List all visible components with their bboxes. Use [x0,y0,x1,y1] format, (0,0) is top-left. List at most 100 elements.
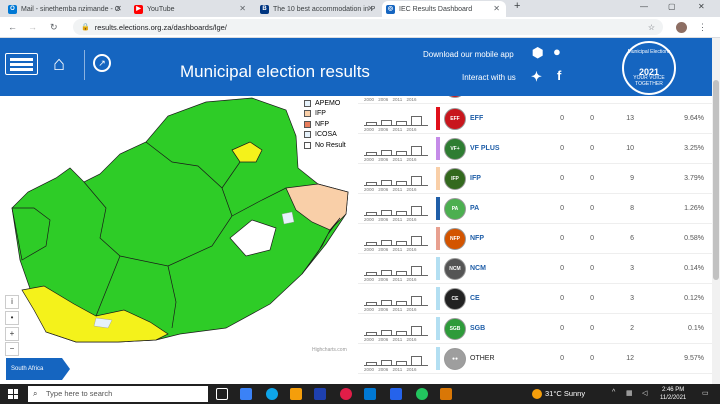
vote-percentage: 9.57% [684,355,704,362]
word-icon[interactable] [390,388,402,400]
party-name[interactable]: NFP [470,235,484,242]
star-icon[interactable]: ☆ [648,23,655,32]
tray-chevron-icon[interactable]: ^ [612,389,615,396]
network-icon[interactable]: ▦ [626,389,633,397]
weather-text[interactable]: 31°C Sunny [545,389,585,398]
home-icon[interactable]: ⌂ [53,53,65,76]
seats-count: 6 [630,235,634,242]
edge-icon[interactable] [266,388,278,400]
highcharts-credit[interactable]: Highcharts.com [312,347,347,353]
table-row[interactable]: 2000 2006 2011 2016 PA PA 0 0 8 1.26% [358,194,712,224]
legend-item[interactable]: ICOSA [304,130,346,141]
page-scrollbar[interactable] [712,38,720,384]
party-name[interactable]: NCM [470,265,486,272]
seats-count: 10 [626,145,634,152]
scrollbar-thumb[interactable] [713,80,719,280]
party-logo: EFF [444,108,466,130]
legend-item[interactable]: NFP [304,119,346,130]
back-arrow-icon[interactable]: ← [8,22,17,32]
twitter-icon[interactable]: ✦ [531,69,542,85]
close-icon[interactable]: ✕ [239,4,246,13]
close-window-button[interactable]: ✕ [698,2,705,11]
party-name[interactable]: OTHER [470,355,495,362]
vote-percentage: 0.12% [684,295,704,302]
taskbar-search-input[interactable]: ⌕ Type here to search [28,386,208,402]
new-tab-button[interactable]: + [514,0,520,12]
table-row[interactable]: 2000 2006 2011 2016 VF+ VF PLUS 0 0 10 3.25% [358,134,712,164]
party-name[interactable]: SGB [470,325,485,332]
table-row[interactable]: 2000 2006 2011 2016 EFF EFF 0 0 13 9.64% [358,104,712,134]
dashboard-icon[interactable]: ↗ [93,54,111,72]
android-icon[interactable]: ⬢ [532,45,543,61]
party-name[interactable]: IFP [470,175,481,182]
legend-item[interactable]: IFP [304,109,346,120]
url-input[interactable]: 🔒 results.elections.org.za/dashboards/lg… [73,19,663,35]
hamburger-menu-button[interactable] [5,53,38,75]
taskbar-clock[interactable]: 2:46 PM 11/2/2021 [660,386,686,402]
legend-item[interactable]: APEMO [304,98,346,109]
table-row[interactable]: 2000 2006 2011 2016 IFP IFP 0 0 9 3.79% [358,164,712,194]
tab-youtube[interactable]: ▶ YouTube ✕ [130,1,252,17]
count-2000: 0 [560,175,564,182]
election-map[interactable] [0,96,356,384]
notification-icon[interactable]: ▭ [702,389,709,397]
party-name[interactable]: CE [470,295,480,302]
table-row[interactable]: 2000 2006 2011 2016 NFP NFP 0 0 6 0.58% [358,224,712,254]
facebook-icon[interactable]: f [557,68,561,83]
file-explorer-icon[interactable] [290,388,302,400]
party-color-bar [436,227,440,250]
count-2000: 0 [560,115,564,122]
party-name[interactable]: EFF [470,115,483,122]
sparkline-years: 2000 2006 2011 2016 [364,247,417,252]
party-logo: SGB [444,318,466,340]
reload-icon[interactable]: ↻ [50,22,58,33]
tab-mail[interactable]: O Mail - sinethemba nzimande - O ✕ [4,1,128,17]
tab-iec-results[interactable]: ◎ IEC Results Dashboard ✕ [382,1,506,17]
count-2006: 0 [590,265,594,272]
zoom-in-button[interactable]: + [5,327,19,341]
count-2000: 0 [560,235,564,242]
table-row[interactable]: 2000 2006 2011 2016 SGB SGB 0 0 2 0.1% [358,314,712,344]
iec-icon: ◎ [386,4,395,14]
task-view-icon[interactable] [216,388,228,400]
windows-start-icon[interactable] [8,389,18,399]
minimize-button[interactable]: — [640,2,648,11]
table-row[interactable]: 2000 2006 2011 2016 CE CE 0 0 3 0.12% [358,284,712,314]
count-2006: 0 [590,205,594,212]
legend-item[interactable]: No Result [304,140,346,151]
avatar[interactable] [676,22,687,33]
forward-arrow-icon[interactable]: → [28,22,37,32]
close-icon[interactable]: ✕ [115,4,122,13]
vote-percentage: 9.64% [684,115,704,122]
apple-icon[interactable]: ● [553,44,561,59]
url-text: results.elections.org.za/dashboards/lge/ [94,22,227,32]
app-icon[interactable] [440,388,452,400]
pin-icon[interactable]: • [5,311,19,325]
sparkline [364,228,428,246]
party-name[interactable]: VF PLUS [470,145,500,152]
info-icon[interactable]: i [5,295,19,309]
table-row[interactable]: 2000 2006 2011 2016 NCM NCM 0 0 3 0.14% [358,254,712,284]
party-name[interactable]: PA [470,205,479,212]
party-color-bar [436,167,440,190]
region-breadcrumb-button[interactable]: South Africa [6,358,70,380]
mail-icon[interactable] [364,388,376,400]
seats-count: 8 [630,205,634,212]
tab-accommodation[interactable]: B The 10 best accommodation in P ✕ [256,1,380,17]
zoom-out-button[interactable]: − [5,342,19,356]
store-icon[interactable] [314,388,326,400]
teams-icon[interactable] [240,388,252,400]
sparkline [364,168,428,186]
results-rows: 2000 2006 2011 2016 EFF EFF 0 0 13 9.64% 2000 2… [358,96,712,384]
maximize-button[interactable]: ▢ [668,2,676,11]
volume-icon[interactable]: ◁ [642,389,647,397]
chrome-icon[interactable] [416,388,428,400]
close-icon[interactable]: ✕ [493,4,500,13]
party-logo: IFP [444,168,466,190]
south-africa-map[interactable] [0,96,356,384]
table-row[interactable]: 2000 2006 2011 2016 ●● OTHER 0 0 12 9.57% [358,344,712,374]
close-icon[interactable]: ✕ [367,4,374,13]
menu-dots-icon[interactable]: ⋮ [698,22,707,33]
party-logo: PA [444,198,466,220]
opera-icon[interactable] [340,388,352,400]
